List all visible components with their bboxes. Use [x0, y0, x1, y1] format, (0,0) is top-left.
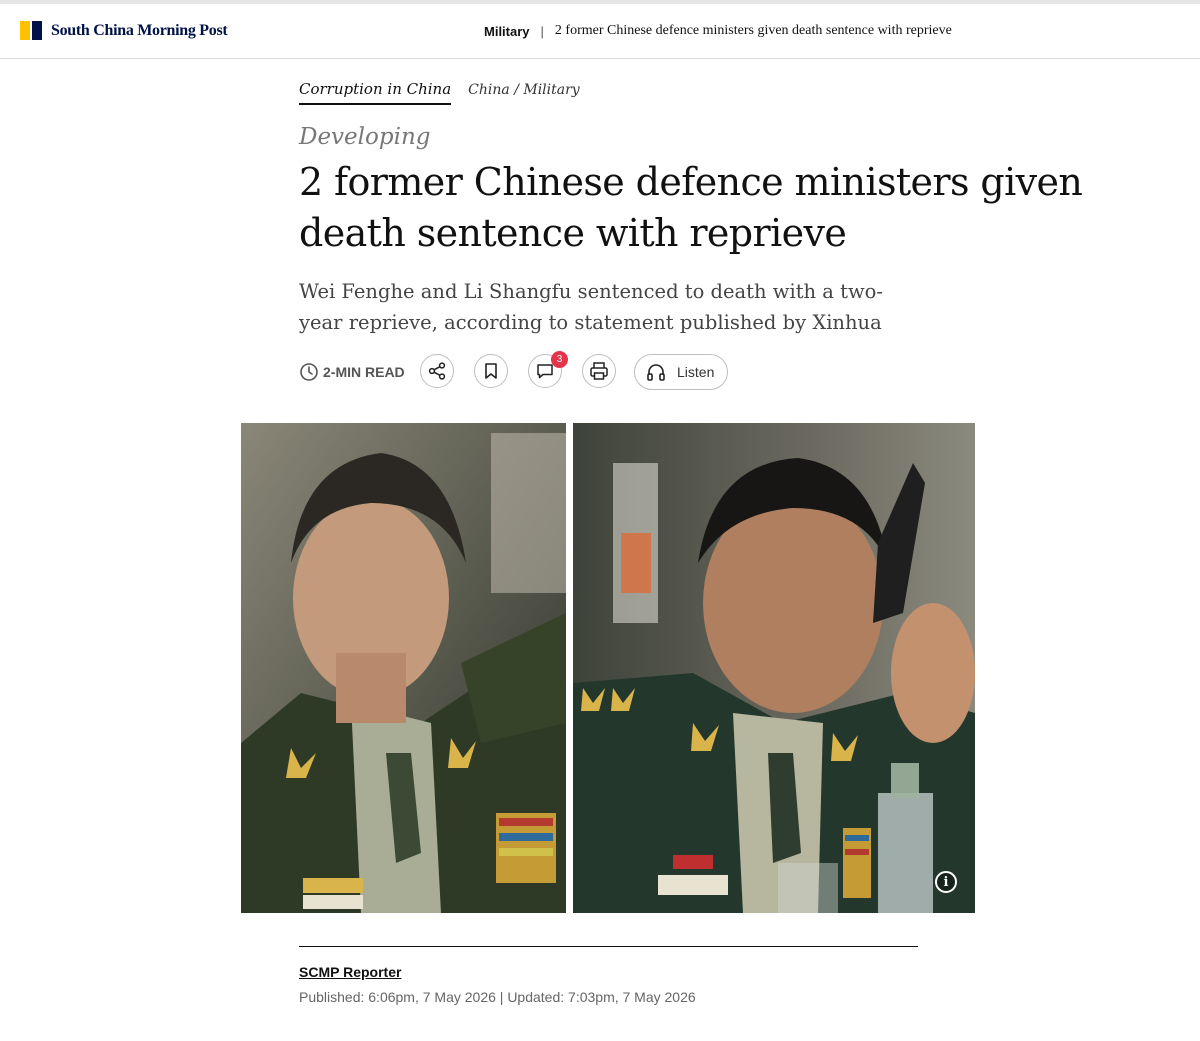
- print-button[interactable]: [582, 354, 616, 388]
- bookmark-icon: [485, 363, 497, 379]
- print-icon: [590, 362, 608, 380]
- logo-mark: [20, 21, 42, 40]
- read-time: 2-MIN READ: [299, 362, 405, 382]
- site-header: South China Morning Post Military | 2 fo…: [0, 4, 1200, 59]
- clock-icon: [300, 363, 318, 381]
- comment-count-badge: 3: [551, 351, 568, 368]
- section-path-link[interactable]: China / Military: [468, 82, 580, 98]
- header-section-link[interactable]: Military: [484, 24, 530, 39]
- article-tags: Corruption in China China / Military: [299, 80, 580, 105]
- article-headline: 2 former Chinese defence ministers given…: [299, 160, 1083, 255]
- article-photo-left: [241, 423, 566, 913]
- brand-name: South China Morning Post: [51, 21, 228, 39]
- read-time-label: 2-MIN READ: [323, 364, 405, 380]
- author-link[interactable]: SCMP Reporter: [299, 964, 401, 980]
- listen-label: Listen: [677, 364, 715, 380]
- developing-flag: Developing: [299, 124, 431, 150]
- article-photo-right: [573, 423, 975, 913]
- byline-divider: [299, 946, 918, 947]
- topic-tag[interactable]: Corruption in China: [299, 80, 452, 105]
- share-icon: [428, 362, 446, 380]
- header-separator: |: [540, 23, 544, 39]
- share-button[interactable]: [420, 354, 454, 388]
- listen-button[interactable]: Listen: [634, 354, 728, 390]
- article-summary: Wei Fenghe and Li Shangfu sentenced to d…: [299, 280, 883, 334]
- headphones-icon: [647, 364, 665, 381]
- info-icon[interactable]: i: [935, 871, 957, 893]
- scmp-logo[interactable]: South China Morning Post: [20, 21, 228, 40]
- bookmark-button[interactable]: [474, 354, 508, 388]
- publish-dates: Published: 6:06pm, 7 May 2026 | Updated:…: [299, 989, 696, 1005]
- comments-button[interactable]: 3: [528, 351, 568, 388]
- header-breadcrumb: Military | 2 former Chinese defence mini…: [484, 23, 952, 39]
- header-article-title: 2 former Chinese defence ministers given…: [554, 23, 952, 38]
